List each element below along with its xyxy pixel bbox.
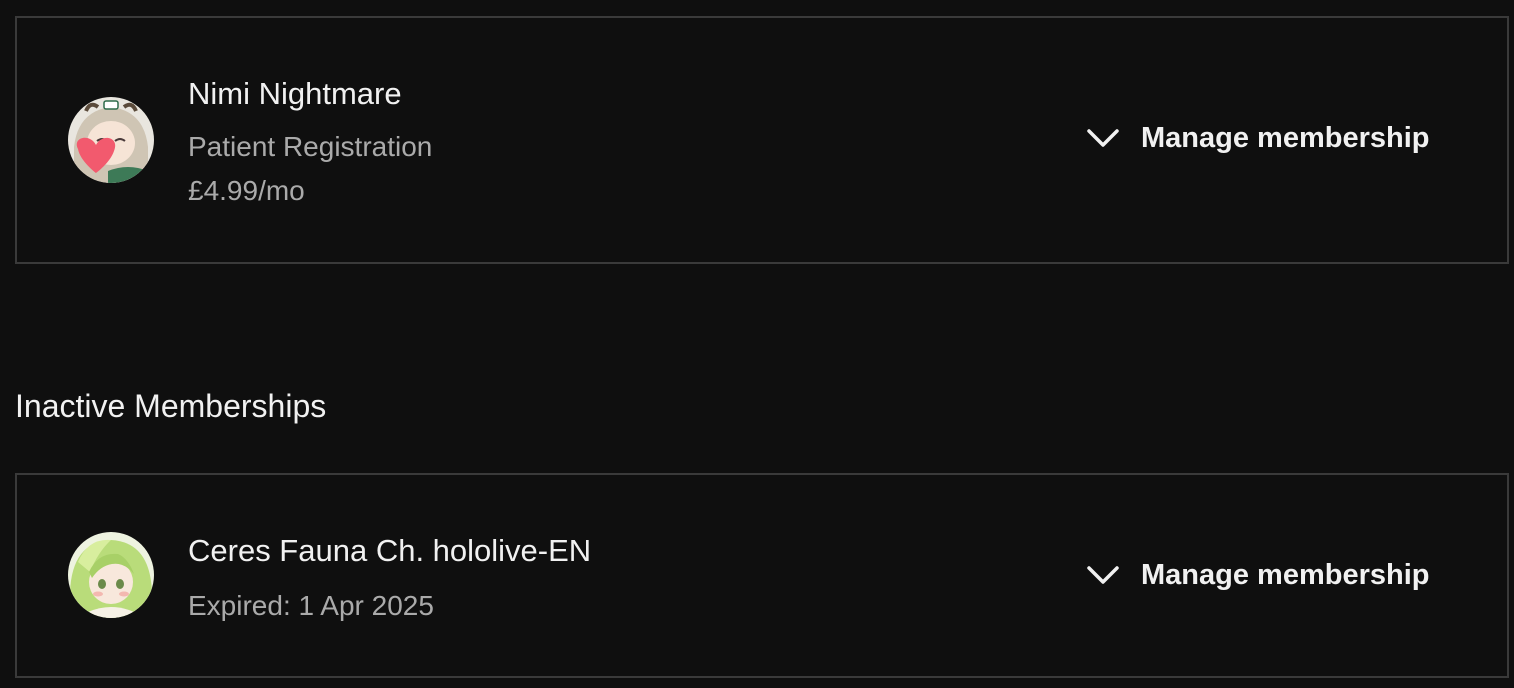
membership-card-active: Nimi Nightmare Patient Registration £4.9… <box>15 16 1509 264</box>
membership-card-inactive: Ceres Fauna Ch. hololive-EN Expired: 1 A… <box>15 473 1509 678</box>
manage-membership-label[interactable]: Manage membership <box>1141 122 1429 155</box>
chevron-down-icon[interactable] <box>1085 557 1121 593</box>
membership-status: Expired: 1 Apr 2025 <box>188 590 434 621</box>
membership-info: Ceres Fauna Ch. hololive-EN Expired: 1 A… <box>188 531 591 628</box>
membership-price: £4.99/mo <box>188 175 305 206</box>
membership-tier: Patient Registration <box>188 131 433 162</box>
membership-info: Nimi Nightmare Patient Registration £4.9… <box>188 74 432 213</box>
manage-membership-button[interactable]: Manage membership <box>1085 557 1429 593</box>
avatar-nimi-icon[interactable] <box>68 97 154 183</box>
avatar-fauna-icon[interactable] <box>68 532 154 618</box>
manage-membership-label[interactable]: Manage membership <box>1141 559 1429 592</box>
channel-name[interactable]: Nimi Nightmare <box>188 74 432 114</box>
manage-membership-button[interactable]: Manage membership <box>1085 120 1429 156</box>
inactive-memberships-heading: Inactive Memberships <box>15 388 327 424</box>
chevron-down-icon[interactable] <box>1085 120 1121 156</box>
channel-name[interactable]: Ceres Fauna Ch. hololive-EN <box>188 531 591 571</box>
